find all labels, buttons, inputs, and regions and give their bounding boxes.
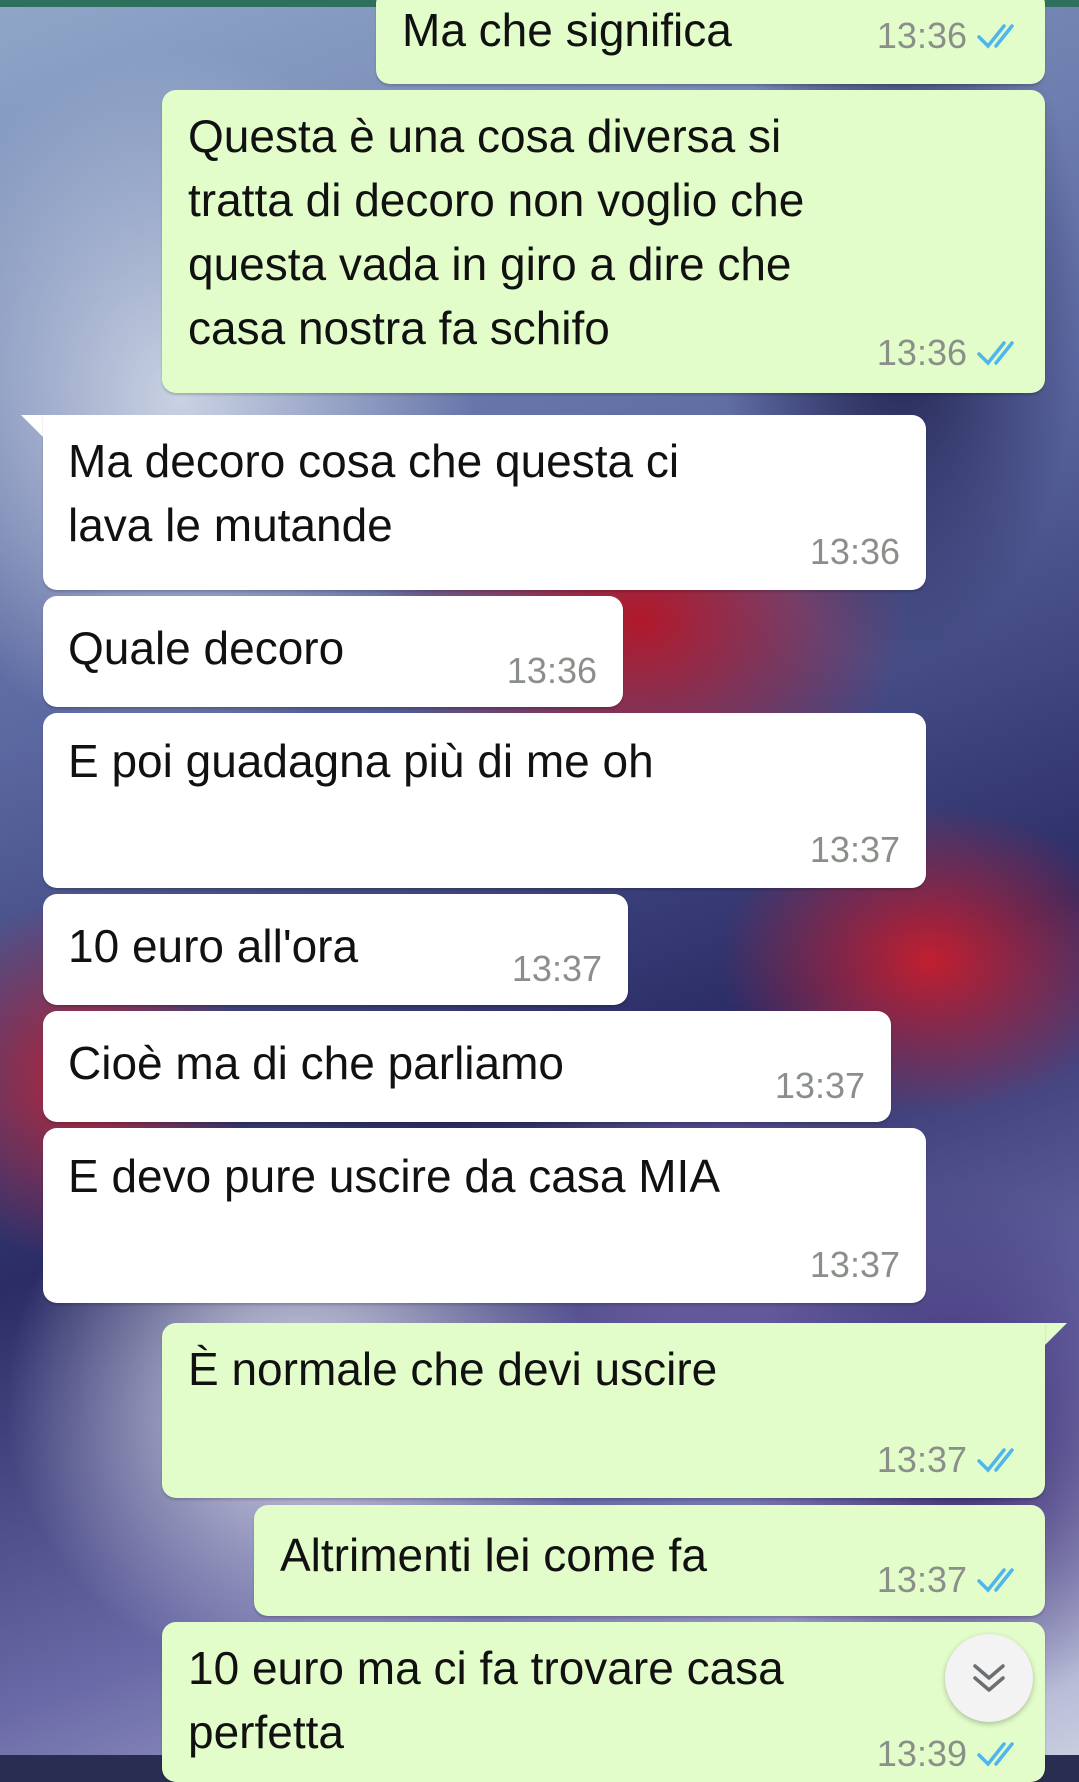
double-check-read-icon bbox=[977, 24, 1014, 49]
message-bubble-incoming[interactable]: Ma decoro cosa che questa ci lava le mut… bbox=[43, 415, 926, 590]
message-meta: 13:37 bbox=[877, 1440, 1023, 1480]
message-meta: 13:37 bbox=[877, 1560, 1023, 1600]
message-text: E poi guadagna più di me oh bbox=[68, 735, 654, 787]
double-chevron-down-icon bbox=[973, 1664, 1005, 1692]
message-meta: 13:37 bbox=[512, 949, 602, 989]
message-text: 10 euro ma ci fa trovare casa perfetta bbox=[188, 1642, 784, 1758]
double-check-read-icon bbox=[977, 1448, 1014, 1473]
double-check-read-icon bbox=[977, 1742, 1014, 1767]
message-meta: 13:36 bbox=[507, 651, 597, 691]
message-time: 13:37 bbox=[809, 829, 900, 870]
message-bubble-outgoing[interactable]: Questa è una cosa diversa si tratta di d… bbox=[162, 90, 1045, 393]
message-bubble-outgoing[interactable]: Ma che significa 13:36 bbox=[376, 0, 1045, 84]
message-meta: 13:36 bbox=[877, 333, 1023, 373]
message-text: Questa è una cosa diversa si tratta di d… bbox=[188, 110, 805, 354]
message-text: Quale decoro bbox=[68, 622, 345, 674]
message-bubble-outgoing[interactable]: 10 euro ma ci fa trovare casa perfetta 1… bbox=[162, 1622, 1045, 1782]
message-time: 13:36 bbox=[876, 15, 967, 56]
message-text: 10 euro all'ora bbox=[68, 920, 359, 972]
message-meta: 13:37 bbox=[775, 1066, 865, 1106]
message-time: 13:37 bbox=[774, 1065, 865, 1106]
double-check-read-icon bbox=[977, 1568, 1014, 1593]
message-time: 13:37 bbox=[876, 1559, 967, 1600]
message-time: 13:36 bbox=[876, 332, 967, 373]
scroll-to-bottom-button[interactable] bbox=[945, 1634, 1033, 1722]
message-bubble-outgoing[interactable]: Altrimenti lei come fa 13:37 bbox=[254, 1505, 1045, 1616]
message-time: 13:39 bbox=[876, 1733, 967, 1774]
double-check-read-icon bbox=[977, 341, 1014, 366]
message-time: 13:37 bbox=[809, 1244, 900, 1285]
message-text: Ma che significa bbox=[402, 4, 732, 56]
message-time: 13:37 bbox=[511, 948, 602, 989]
message-text: È normale che devi uscire bbox=[188, 1343, 718, 1395]
message-meta: 13:39 bbox=[877, 1734, 1023, 1774]
message-time: 13:36 bbox=[809, 531, 900, 572]
message-text: Altrimenti lei come fa bbox=[280, 1529, 707, 1581]
message-meta: 13:37 bbox=[810, 1245, 900, 1285]
message-meta: 13:36 bbox=[810, 532, 900, 572]
message-bubble-incoming[interactable]: E devo pure uscire da casa MIA 13:37 bbox=[43, 1128, 926, 1303]
message-bubble-incoming[interactable]: E poi guadagna più di me oh 13:37 bbox=[43, 713, 926, 888]
message-meta: 13:37 bbox=[810, 830, 900, 870]
message-text: E devo pure uscire da casa MIA bbox=[68, 1150, 720, 1202]
message-bubble-incoming[interactable]: Quale decoro 13:36 bbox=[43, 596, 623, 707]
message-text: Ma decoro cosa che questa ci lava le mut… bbox=[68, 435, 680, 551]
message-text: Cioè ma di che parliamo bbox=[68, 1037, 565, 1089]
message-time: 13:36 bbox=[506, 650, 597, 691]
message-bubble-outgoing[interactable]: È normale che devi uscire 13:37 bbox=[162, 1323, 1045, 1498]
message-bubble-incoming[interactable]: Cioè ma di che parliamo 13:37 bbox=[43, 1011, 891, 1122]
message-time: 13:37 bbox=[876, 1439, 967, 1480]
message-meta: 13:36 bbox=[877, 16, 1023, 56]
message-bubble-incoming[interactable]: 10 euro all'ora 13:37 bbox=[43, 894, 628, 1005]
